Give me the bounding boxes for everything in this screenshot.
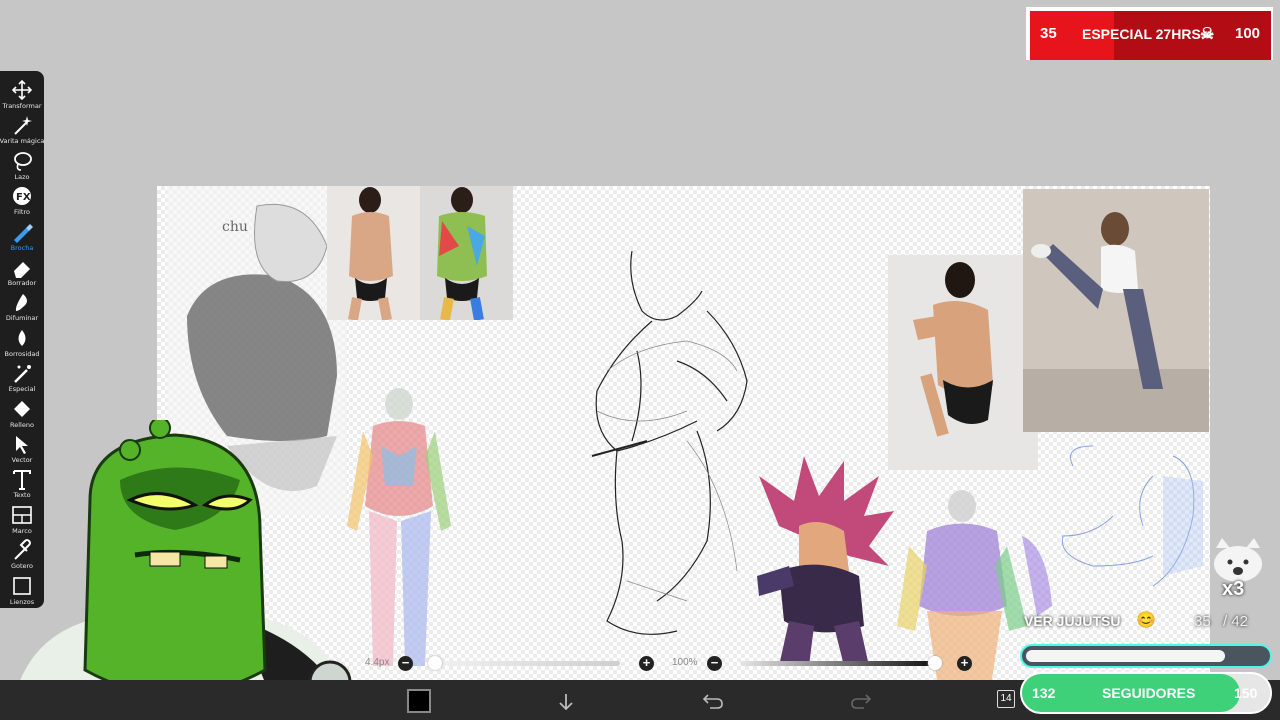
color-swatch[interactable] (407, 689, 431, 713)
lasso-icon (14, 151, 32, 171)
tool-label: Lazo (14, 172, 30, 181)
tool-label: Varita mágica (0, 137, 45, 146)
follower-goal-widget: VER JUJUTSU 😊 35 / 42 132 SEGUIDORES 150 (1018, 612, 1274, 720)
brush-size-minus-button[interactable]: − (398, 656, 413, 671)
brush-size-value: 4.4px (365, 657, 390, 668)
skull-icon: ☠ (1200, 26, 1215, 43)
tool-canvas[interactable]: Lienzos (0, 572, 44, 607)
reference-photo-high-kick (1023, 189, 1209, 432)
tool-label: Borrador (7, 279, 37, 287)
tool-label: Transformar (2, 102, 42, 110)
reference-anime-fighter (757, 456, 894, 666)
tool-label: Gotero (10, 562, 34, 571)
magic-wand-icon (14, 116, 32, 136)
move-icon (11, 79, 33, 101)
opacity-minus-button[interactable]: − (707, 656, 722, 671)
goal-target: 100 (1235, 25, 1261, 42)
tool-label: Brocha (10, 243, 34, 252)
streamer-avatar (10, 420, 352, 720)
special-goal-widget: 35 ESPECIAL 27HRS ☠ 100 (1026, 7, 1273, 60)
brush-size-slider-track[interactable] (430, 661, 620, 666)
svg-text:FX: FX (16, 192, 31, 203)
tool-frame[interactable]: Marco (0, 501, 44, 536)
tool-eraser[interactable]: Borrador (0, 253, 44, 288)
tool-label: Filtro (14, 208, 30, 217)
canvas-icon (13, 576, 31, 595)
tool-fill-bucket[interactable]: Relleno (0, 395, 44, 430)
vector-arrow-icon (16, 436, 28, 454)
progress-total-text: / 42 (1223, 613, 1249, 630)
eyedropper-icon (14, 539, 31, 560)
tool-label: Lienzos (9, 597, 35, 606)
app-stage: chu Transformar Varita mágica Lazo FX Fi… (0, 0, 1280, 720)
tool-special[interactable]: Especial (0, 359, 44, 394)
tool-magic-wand[interactable]: Varita mágica (0, 111, 44, 146)
tool-label: Difuminar (5, 314, 39, 323)
opacity-slider-track[interactable] (740, 661, 935, 666)
tool-sidebar: Transformar Varita mágica Lazo FX Filtro Broc… (0, 71, 44, 608)
tool-smudge[interactable]: Difuminar (0, 288, 44, 323)
cat-face-icon (1214, 538, 1262, 582)
follower-current: 132 (1032, 685, 1056, 701)
opacity-plus-button[interactable]: + (957, 656, 972, 671)
progress-current-text: 35 (1194, 613, 1211, 630)
tool-blur-drop[interactable]: Borrosidad (0, 324, 44, 359)
follower-target: 150 (1234, 685, 1258, 701)
tool-label: Marco (12, 526, 32, 535)
brush-icon (14, 223, 33, 243)
sketch-note: chu (222, 219, 248, 235)
opacity-slider-knob[interactable] (928, 656, 942, 670)
special-icon (14, 365, 31, 384)
opacity-value: 100% (672, 657, 698, 668)
brush-size-slider-knob[interactable] (428, 656, 442, 670)
tool-lasso[interactable]: Lazo (0, 147, 44, 182)
blur-drop-icon (18, 329, 26, 346)
tool-label: Texto (13, 491, 31, 500)
fill-bucket-icon (14, 400, 30, 417)
smudge-icon (15, 294, 27, 312)
goal-label: ESPECIAL 27HRS (1082, 26, 1201, 42)
goal-current: 35 (1040, 25, 1057, 42)
reference-blue-anatomy-sketch (1061, 445, 1203, 587)
layers-button[interactable]: 14 (997, 690, 1015, 708)
text-icon (13, 470, 31, 491)
reference-photo-muscle-pair (327, 186, 513, 321)
tool-label: Relleno (10, 420, 34, 429)
fx-icon: FX (13, 187, 31, 206)
tool-brush[interactable]: Brocha (0, 218, 44, 253)
ticker-text: VER JUJUTSU (1024, 613, 1121, 629)
tool-vector-arrow[interactable]: Vector (0, 430, 44, 465)
ticker-progress-fill (1026, 650, 1226, 662)
follower-label: SEGUIDORES (1102, 685, 1196, 701)
pencil-torso-sketch (591, 250, 748, 635)
tool-fx[interactable]: FX Filtro (0, 182, 44, 217)
emoji-icon: 😊 (1136, 612, 1156, 629)
tool-text[interactable]: Texto (0, 465, 44, 500)
cat-combo-badge: x3 (1208, 538, 1268, 602)
brush-slider-bar: 4.4px − + 100% − + (355, 650, 995, 678)
reference-photo-side-pose (888, 255, 1038, 470)
redo-icon[interactable] (850, 692, 872, 710)
combo-multiplier: x3 (1222, 578, 1245, 600)
tool-move[interactable]: Transformar (0, 76, 44, 111)
eraser-icon (14, 262, 30, 278)
brush-size-plus-button[interactable]: + (639, 656, 654, 671)
tool-label: Vector (11, 456, 33, 464)
download-arrow-icon[interactable] (556, 692, 576, 712)
undo-icon[interactable] (702, 692, 724, 710)
tool-label: Especial (8, 385, 36, 394)
tool-label: Borrosidad (4, 349, 40, 358)
frame-icon (12, 505, 32, 524)
tool-eyedropper[interactable]: Gotero (0, 536, 44, 571)
